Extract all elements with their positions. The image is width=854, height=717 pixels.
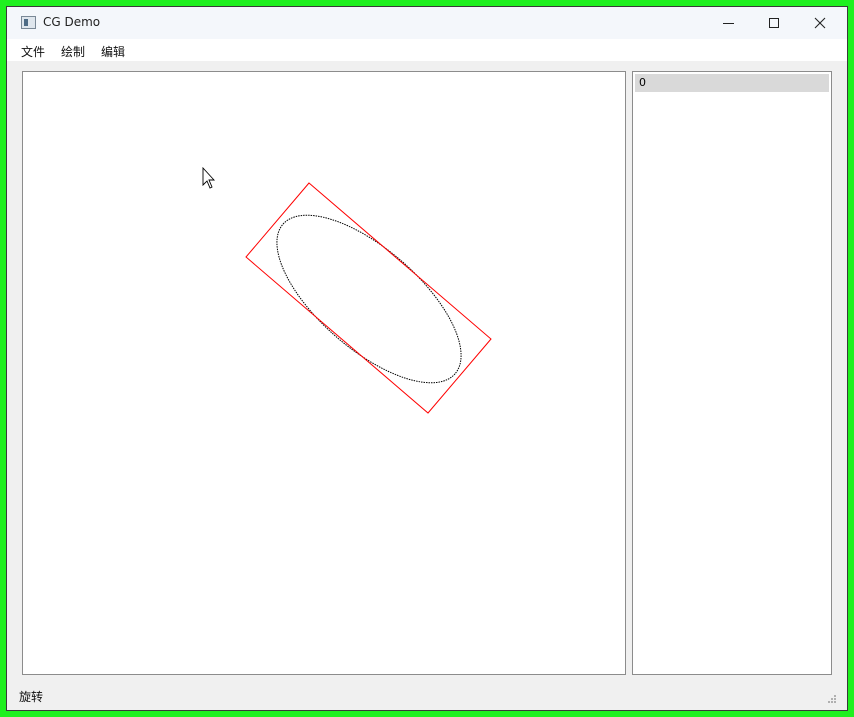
arrow-cursor-icon bbox=[202, 166, 216, 189]
menu-draw[interactable]: 绘制 bbox=[61, 43, 85, 60]
title-bar[interactable]: CG Demo bbox=[7, 7, 847, 39]
minimize-icon bbox=[722, 22, 734, 24]
size-grip-icon[interactable] bbox=[827, 694, 837, 704]
minimize-button[interactable] bbox=[705, 7, 751, 39]
menu-edit[interactable]: 编辑 bbox=[101, 43, 125, 60]
shape-list-panel[interactable]: 0 bbox=[632, 71, 832, 675]
maximize-icon bbox=[769, 18, 779, 28]
app-icon bbox=[21, 16, 36, 29]
menu-file[interactable]: 文件 bbox=[21, 43, 45, 60]
drawing-canvas[interactable] bbox=[22, 71, 626, 675]
selection-bounding-box[interactable] bbox=[245, 182, 492, 414]
maximize-button[interactable] bbox=[751, 7, 797, 39]
status-bar: 旋转 bbox=[7, 684, 847, 708]
list-item[interactable]: 0 bbox=[635, 74, 829, 92]
status-text: 旋转 bbox=[19, 690, 44, 704]
canvas-drawing bbox=[202, 166, 492, 414]
menu-bar: 文件 绘制 编辑 bbox=[7, 39, 847, 61]
close-button[interactable] bbox=[797, 7, 843, 39]
window-title: CG Demo bbox=[43, 15, 101, 29]
close-icon bbox=[814, 17, 826, 29]
ellipse-shape[interactable] bbox=[250, 186, 488, 411]
